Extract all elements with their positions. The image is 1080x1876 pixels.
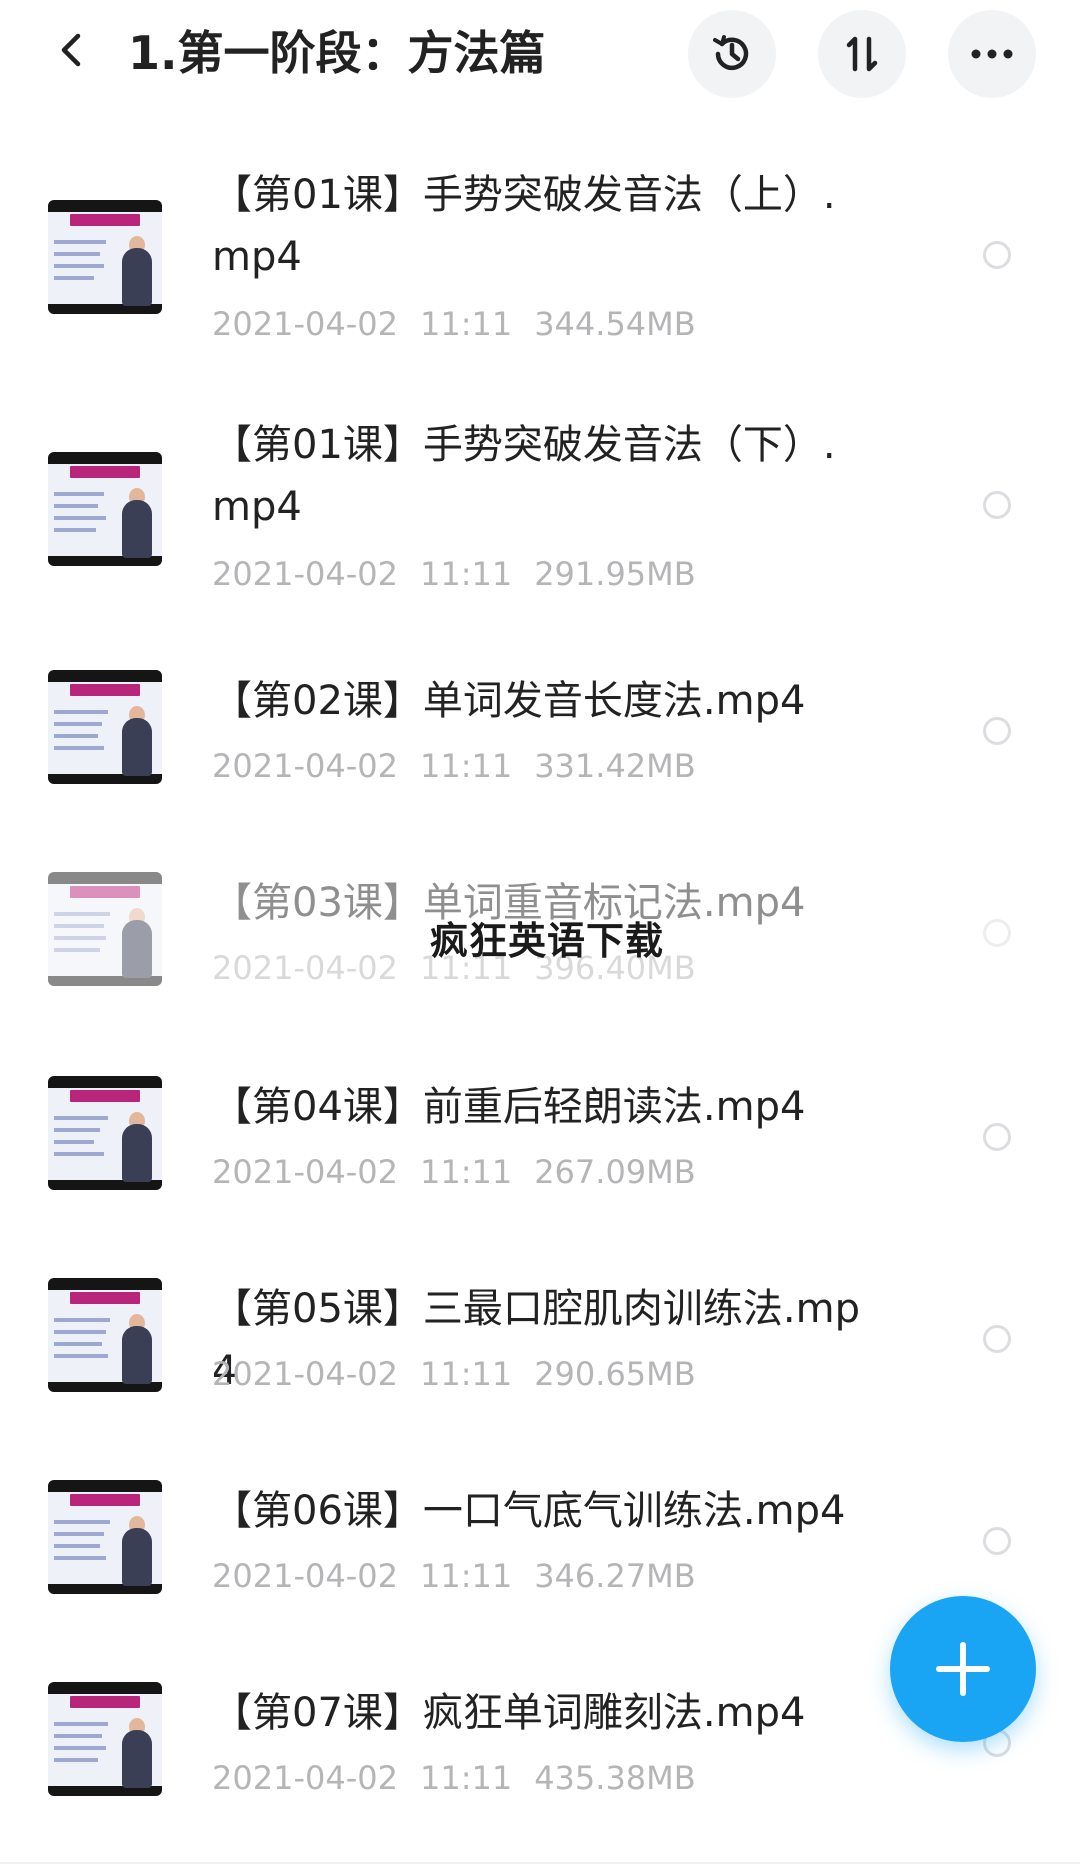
file-name: 【第07课】疯狂单词雕刻法.mp4 <box>212 1690 806 1736</box>
file-meta: 2021-04-02 11:11 267.09MB <box>212 1152 718 1192</box>
file-name: 【第01课】手势突破发音法（上）.mp4 <box>212 172 836 280</box>
video-thumbnail <box>48 1480 162 1594</box>
file-meta: 2021-04-02 11:11 346.27MB <box>212 1556 718 1596</box>
add-button[interactable] <box>890 1596 1036 1742</box>
plus-icon <box>936 1642 990 1696</box>
video-thumbnail <box>48 670 162 784</box>
file-time: 11:11 <box>419 1759 513 1797</box>
file-date: 2021-04-02 <box>212 1557 398 1595</box>
select-checkbox[interactable] <box>983 1325 1011 1353</box>
file-date: 2021-04-02 <box>212 1759 398 1797</box>
video-thumbnail <box>48 200 162 314</box>
file-name: 【第04课】前重后轻朗读法.mp4 <box>212 1084 806 1130</box>
file-size: 435.38MB <box>534 1759 696 1797</box>
file-meta: 2021-04-02 11:11 331.42MB <box>212 746 718 786</box>
file-date: 2021-04-02 <box>212 1153 398 1191</box>
bottom-divider <box>0 1862 1080 1864</box>
file-time: 11:11 <box>419 1153 513 1191</box>
file-size: 267.09MB <box>534 1153 696 1191</box>
file-date: 2021-04-02 <box>212 555 398 593</box>
watermark-text: 疯狂英语下载 <box>430 919 665 963</box>
file-date: 2021-04-02 <box>212 1355 398 1393</box>
file-time: 11:11 <box>419 1557 513 1595</box>
file-time: 11:11 <box>419 1355 513 1393</box>
file-name: 【第01课】手势突破发音法（下）.mp4 <box>212 422 836 530</box>
video-thumbnail <box>48 1076 162 1190</box>
file-size: 290.65MB <box>534 1355 696 1393</box>
video-thumbnail <box>48 452 162 566</box>
file-time: 11:11 <box>419 555 513 593</box>
file-name: 【第06课】一口气底气训练法.mp4 <box>212 1488 846 1534</box>
select-checkbox[interactable] <box>983 1123 1011 1151</box>
video-thumbnail <box>48 1682 162 1796</box>
select-checkbox[interactable] <box>983 919 1011 947</box>
file-date: 2021-04-02 <box>212 949 398 987</box>
file-meta: 2021-04-02 11:11 290.65MB <box>212 1354 718 1394</box>
file-size: 291.95MB <box>534 555 696 593</box>
file-size: 331.42MB <box>534 747 696 785</box>
select-checkbox[interactable] <box>983 241 1011 269</box>
file-size: 344.54MB <box>534 305 696 343</box>
file-time: 11:11 <box>419 305 513 343</box>
video-thumbnail <box>48 872 162 986</box>
select-checkbox[interactable] <box>983 1527 1011 1555</box>
file-meta: 2021-04-02 11:11 291.95MB <box>212 554 718 594</box>
file-time: 11:11 <box>419 747 513 785</box>
select-checkbox[interactable] <box>983 717 1011 745</box>
file-date: 2021-04-02 <box>212 305 398 343</box>
file-date: 2021-04-02 <box>212 747 398 785</box>
select-checkbox[interactable] <box>983 491 1011 519</box>
file-meta: 2021-04-02 11:11 435.38MB <box>212 1758 718 1798</box>
file-name: 【第02课】单词发音长度法.mp4 <box>212 678 806 724</box>
file-meta: 2021-04-02 11:11 344.54MB <box>212 304 718 344</box>
file-size: 346.27MB <box>534 1557 696 1595</box>
video-thumbnail <box>48 1278 162 1392</box>
